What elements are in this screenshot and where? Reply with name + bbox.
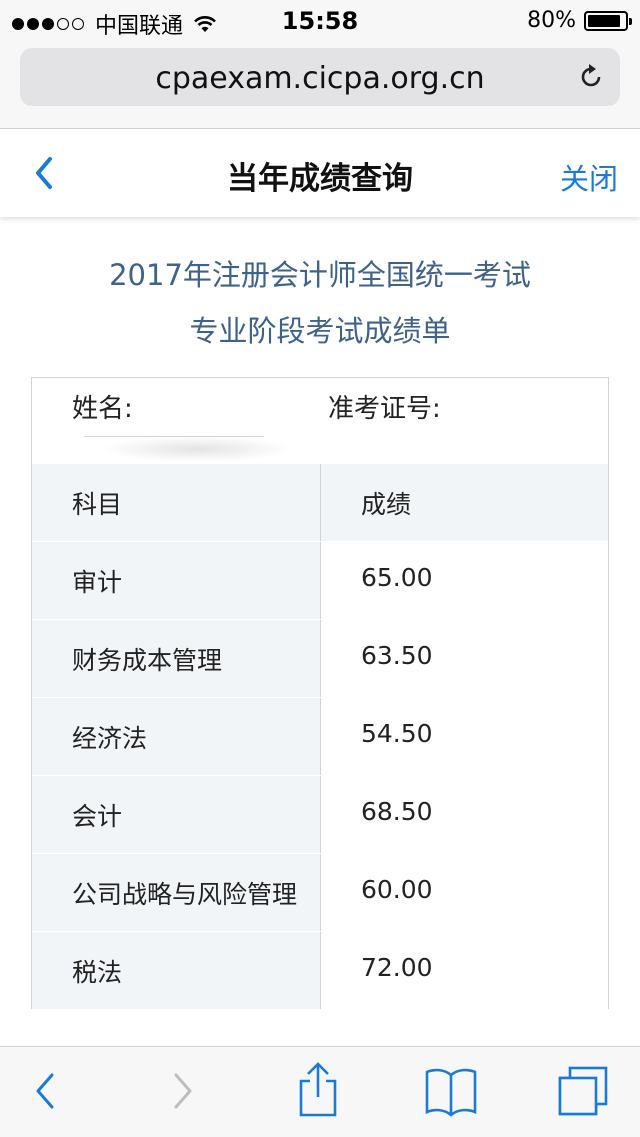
status-bar: 中国联通 15:58 80% <box>0 0 640 42</box>
exam-id-label: 准考证号: <box>328 394 441 424</box>
score-table: 姓名: 准考证号: 科目 成绩 审计 65.00 财务成本管理 63.50 经济… <box>31 377 609 1009</box>
close-button[interactable]: 关闭 <box>560 156 618 198</box>
page-nav-bar: 当年成绩查询 关闭 <box>0 129 640 217</box>
table-row: 会计 68.50 <box>32 776 608 853</box>
redacted-blur <box>102 436 292 462</box>
tabs-icon[interactable] <box>556 1065 610 1117</box>
reload-icon[interactable] <box>576 62 606 92</box>
url-text: cpaexam.cicpa.org.cn <box>155 61 485 96</box>
column-header-score: 成绩 <box>361 490 412 519</box>
subject-cell: 税法 <box>72 958 123 987</box>
score-cell: 54.50 <box>361 719 433 748</box>
subject-cell: 审计 <box>72 568 123 597</box>
subject-cell: 会计 <box>72 802 123 831</box>
name-label: 姓名: <box>72 394 133 424</box>
share-icon[interactable] <box>296 1061 340 1119</box>
score-cell: 72.00 <box>361 953 433 982</box>
battery-percent: 80% <box>527 8 576 33</box>
browser-toolbar <box>0 1046 640 1137</box>
book-icon[interactable] <box>424 1065 478 1117</box>
chevron-right-icon[interactable] <box>168 1067 200 1115</box>
score-cell: 65.00 <box>361 563 433 592</box>
table-row: 公司战略与风险管理 60.00 <box>32 854 608 931</box>
candidate-info-row: 姓名: 准考证号: <box>32 378 608 465</box>
table-row: 审计 65.00 <box>32 542 608 619</box>
subject-cell: 经济法 <box>72 724 148 753</box>
report-subtitle: 专业阶段考试成绩单 <box>189 314 451 348</box>
column-header-subject: 科目 <box>72 490 123 519</box>
battery-area: 80% <box>527 8 632 33</box>
url-bar[interactable]: cpaexam.cicpa.org.cn <box>20 48 620 106</box>
score-cell: 60.00 <box>361 875 433 904</box>
subject-cell: 公司战略与风险管理 <box>72 880 298 909</box>
table-header-row: 科目 成绩 <box>32 464 608 541</box>
subject-cell: 财务成本管理 <box>72 646 223 675</box>
page-title: 当年成绩查询 <box>227 161 413 197</box>
table-row: 税法 72.00 <box>32 932 608 1009</box>
battery-icon <box>584 10 632 31</box>
table-row: 经济法 54.50 <box>32 698 608 775</box>
table-row: 财务成本管理 63.50 <box>32 620 608 697</box>
score-cell: 68.50 <box>361 797 433 826</box>
browser-top: 中国联通 15:58 80% cpaexam.cicpa.org.cn <box>0 0 640 129</box>
score-cell: 63.50 <box>361 641 433 670</box>
chevron-left-icon[interactable] <box>28 1067 60 1115</box>
report-title: 2017年注册会计师全国统一考试 <box>109 258 531 292</box>
